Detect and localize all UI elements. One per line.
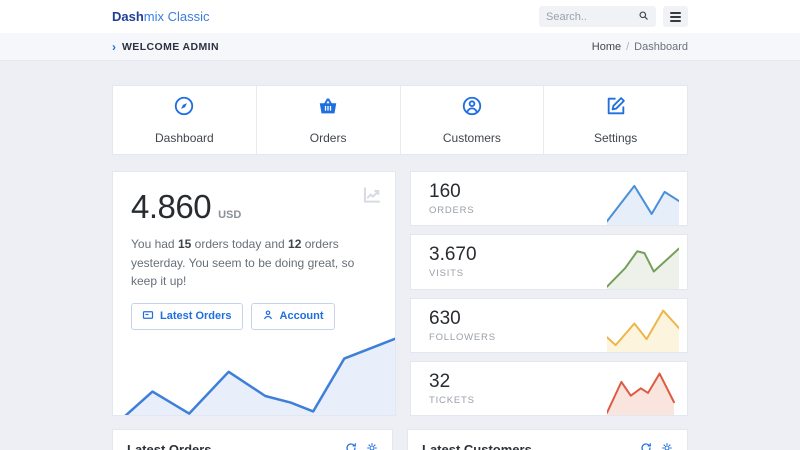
refresh-icon [640, 442, 652, 450]
edit-icon [605, 95, 627, 122]
account-button[interactable]: Account [251, 303, 335, 330]
tickets-sparkline [607, 369, 679, 415]
logo-bold-part: Dash [112, 9, 144, 24]
settings-button[interactable] [661, 442, 673, 450]
refresh-icon [345, 442, 357, 450]
latest-orders-button[interactable]: Latest Orders [131, 303, 243, 330]
breadcrumb-current: Dashboard [634, 41, 688, 53]
magnifier-icon [638, 9, 649, 24]
earnings-area-chart [113, 330, 395, 416]
search-box [539, 6, 656, 27]
nav-card-orders[interactable]: Orders [256, 86, 400, 154]
compass-icon [173, 95, 195, 122]
nav-card-dashboard[interactable]: Dashboard [113, 86, 256, 154]
latest-orders-button-label: Latest Orders [160, 310, 232, 322]
settings-button[interactable] [366, 442, 378, 450]
app-logo[interactable]: Dashmix Classic [112, 9, 210, 24]
search-input[interactable] [546, 11, 638, 23]
shortcut-nav-row: Dashboard Orders Customers Settings [112, 85, 688, 155]
nav-card-settings[interactable]: Settings [543, 86, 687, 154]
user-circle-icon [461, 95, 483, 122]
breadcrumb-separator: / [626, 41, 629, 53]
logo-light-part: mix Classic [144, 9, 210, 24]
account-button-label: Account [280, 310, 324, 322]
earnings-card: 4.860 USD You had 15 orders today and 12… [112, 171, 396, 416]
chevron-right-icon: › [112, 41, 116, 53]
latest-customers-panel: Latest Customers [407, 429, 688, 450]
breadcrumb-bar: › WELCOME ADMIN Home / Dashboard [0, 33, 800, 61]
nav-card-customers[interactable]: Customers [400, 86, 544, 154]
gear-icon [366, 442, 378, 450]
nav-card-label: Dashboard [155, 131, 214, 145]
refresh-button[interactable] [345, 442, 357, 450]
latest-orders-panel: Latest Orders [112, 429, 393, 450]
hamburger-menu-button[interactable] [663, 6, 688, 27]
panel-title: Latest Customers [422, 442, 532, 450]
orders-sparkline [607, 179, 679, 225]
person-icon [262, 309, 274, 324]
nav-card-label: Settings [594, 131, 637, 145]
basket-icon [317, 95, 339, 122]
earnings-amount: 4.860 [131, 188, 211, 226]
search-button[interactable] [638, 9, 649, 24]
nav-card-label: Customers [443, 131, 501, 145]
stat-card-orders[interactable]: 160 ORDERS [410, 171, 688, 226]
gear-icon [661, 442, 673, 450]
panel-title: Latest Orders [127, 442, 212, 450]
followers-sparkline [607, 306, 679, 352]
breadcrumb-home-link[interactable]: Home [592, 41, 621, 53]
refresh-button[interactable] [640, 442, 652, 450]
breadcrumb: Home / Dashboard [592, 41, 688, 53]
hamburger-icon [670, 12, 681, 22]
visits-sparkline [607, 243, 679, 289]
earnings-currency: USD [218, 209, 241, 221]
nav-card-label: Orders [310, 131, 347, 145]
stat-card-tickets[interactable]: 32 TICKETS [410, 361, 688, 416]
stat-card-followers[interactable]: 630 FOLLOWERS [410, 298, 688, 353]
top-header: Dashmix Classic [0, 0, 800, 33]
welcome-title: WELCOME ADMIN [122, 41, 219, 53]
earnings-message: You had 15 orders today and 12 orders ye… [131, 235, 381, 291]
chart-line-icon [362, 185, 382, 210]
stat-card-visits[interactable]: 3.670 VISITS [410, 234, 688, 289]
orders-icon [142, 309, 154, 324]
